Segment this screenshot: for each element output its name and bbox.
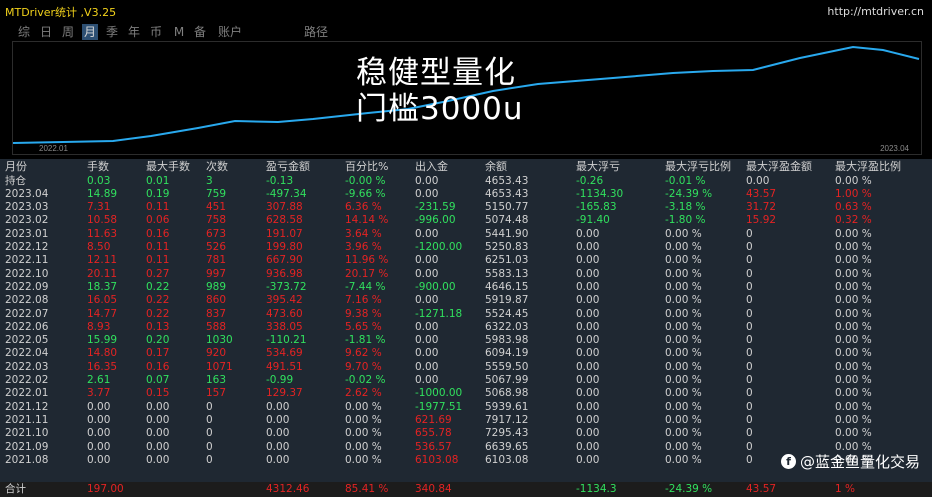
column-header[interactable]: 盈亏金额: [266, 159, 310, 174]
total-row: 合计 197.00 4312.46 85.41 % 340.84 -1134.3 -24.3…: [0, 482, 932, 497]
column-header[interactable]: 最大浮亏比例: [665, 159, 731, 174]
table-cell: 6103.08: [485, 453, 529, 466]
column-header[interactable]: 百分比%: [345, 159, 388, 174]
total-cell: 197.00: [87, 483, 124, 495]
column-header[interactable]: 次数: [206, 159, 228, 174]
table-cell: 0.00: [576, 453, 600, 466]
total-cell: -1134.3: [576, 483, 617, 495]
tab-3[interactable]: 月: [82, 24, 98, 40]
tab-5[interactable]: 年: [126, 24, 142, 40]
table-cell: 0: [206, 453, 213, 466]
table-cell: 0.00 %: [345, 453, 382, 466]
column-header[interactable]: 出入金: [415, 159, 448, 174]
watermark-text: @蓝金鱼量化交易: [799, 453, 920, 471]
column-header[interactable]: 月份: [5, 159, 27, 174]
table-cell: 6103.08: [415, 453, 459, 466]
total-cell: 4312.46: [266, 483, 310, 495]
total-cell: 合计: [5, 483, 26, 495]
column-header[interactable]: 余额: [485, 159, 507, 174]
column-header[interactable]: 最大手数: [146, 159, 190, 174]
column-header[interactable]: 最大浮亏: [576, 159, 620, 174]
overlay-title: 稳健型量化: [356, 55, 516, 91]
tab-9[interactable]: 账户: [216, 24, 244, 40]
table-header-row: 月份 手数 最大手数 次数 盈亏金额 百分比% 出入金 余额 最大浮亏 最大浮亏比例 最大浮盈金额 最…: [0, 159, 932, 174]
total-cell: 85.41 %: [345, 483, 389, 495]
social-logo-icon: f: [780, 454, 796, 469]
table-cell: 0: [746, 453, 753, 466]
total-cell: 1 %: [835, 483, 855, 495]
tab-0[interactable]: 综: [16, 24, 32, 40]
column-header[interactable]: 最大浮盈比例: [835, 159, 901, 174]
column-header[interactable]: 手数: [87, 159, 109, 174]
x-start-tick-label: 2022.01: [39, 144, 68, 153]
tab-7[interactable]: M: [172, 24, 186, 40]
x-end-tick-label: 2023.04: [880, 144, 909, 153]
table-cell: 0.00: [266, 453, 290, 466]
column-header[interactable]: 最大浮盈金额: [746, 159, 812, 174]
tab-1[interactable]: 日: [38, 24, 54, 40]
tab-6[interactable]: 币: [148, 24, 164, 40]
table-cell: 2021.08: [5, 453, 49, 466]
total-cell: -24.39 %: [665, 483, 713, 495]
table-cell: 0.00 %: [665, 453, 702, 466]
total-cell: 340.84: [415, 483, 452, 495]
website-link[interactable]: http://mtdriver.cn: [827, 5, 924, 18]
title-bar: MTDriver统计 ,V3.25 http://mtdriver.cn: [0, 0, 932, 22]
app-title: MTDriver统计 ,V3.25: [5, 6, 117, 19]
table-cell: 0.00: [146, 453, 170, 466]
tab-8[interactable]: 备: [192, 24, 208, 40]
overlay-subtitle: 门槛3000u: [356, 91, 524, 127]
table-cell: 0.00: [87, 453, 111, 466]
tab-2[interactable]: 周: [60, 24, 76, 40]
watermark: f @蓝金鱼量化交易: [780, 451, 920, 472]
total-cell: 43.57: [746, 483, 777, 495]
tab-4[interactable]: 季: [104, 24, 120, 40]
tab-10[interactable]: 路径: [302, 24, 330, 40]
stats-table: 月份 手数 最大手数 次数 盈亏金额 百分比% 出入金 余额 最大浮亏 最大浮亏比例 最大浮盈金额 最…: [0, 159, 932, 497]
